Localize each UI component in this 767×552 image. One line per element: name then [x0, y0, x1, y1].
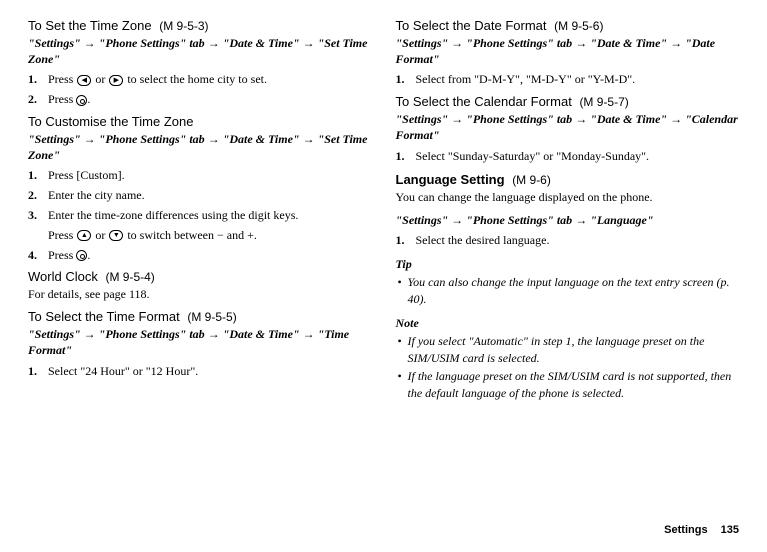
time-format-title: To Select the Time Format (M 9-5-5)	[28, 309, 372, 324]
step-item: Select from "D-M-Y", "M-D-Y" or "Y-M-D".	[396, 71, 740, 88]
language-setting-title: Language Setting (M 9-6)	[396, 172, 740, 187]
language-steps: Select the desired language.	[396, 232, 740, 249]
customise-time-zone-title: To Customise the Time Zone	[28, 114, 372, 129]
right-key-icon: ▶	[109, 75, 123, 86]
set-time-zone-steps: Press ◀ or ▶ to select the home city to …	[28, 71, 372, 108]
set-time-zone-path: "Settings" → "Phone Settings" tab → "Dat…	[28, 35, 372, 67]
tip-heading: Tip	[396, 257, 740, 272]
right-column: To Select the Date Format (M 9-5-6) "Set…	[396, 12, 740, 404]
step-item: Select the desired language.	[396, 232, 740, 249]
step-item: Press ◀ or ▶ to select the home city to …	[28, 71, 372, 88]
time-format-path: "Settings" → "Phone Settings" tab → "Dat…	[28, 326, 372, 358]
language-path: "Settings" → "Phone Settings" tab → "Lan…	[396, 212, 740, 228]
world-clock-text: For details, see page 118.	[28, 286, 372, 303]
calendar-format-path: "Settings" → "Phone Settings" tab → "Dat…	[396, 111, 740, 143]
sub-instruction: Press ▲ or ▼ to switch between − and +.	[48, 227, 372, 244]
note-item: If you select "Automatic" in step 1, the…	[396, 333, 740, 367]
note-item: If the language preset on the SIM/USIM c…	[396, 368, 740, 402]
menu-code: (M 9-5-5)	[187, 310, 236, 324]
up-key-icon: ▲	[77, 230, 91, 241]
step-item: Enter the city name.	[28, 187, 372, 204]
tip-list: You can also change the input language o…	[396, 274, 740, 308]
left-key-icon: ◀	[77, 75, 91, 86]
date-format-steps: Select from "D-M-Y", "M-D-Y" or "Y-M-D".	[396, 71, 740, 88]
down-key-icon: ▼	[109, 230, 123, 241]
title-text: To Set the Time Zone	[28, 18, 152, 33]
center-key-icon	[76, 95, 87, 106]
page-footer: Settings 135	[664, 524, 739, 536]
step-item: Enter the time-zone differences using th…	[28, 207, 372, 244]
page-columns: To Set the Time Zone (M 9-5-3) "Settings…	[28, 12, 739, 404]
left-column: To Set the Time Zone (M 9-5-3) "Settings…	[28, 12, 372, 404]
menu-code: (M 9-5-7)	[579, 95, 628, 109]
note-heading: Note	[396, 316, 740, 331]
menu-code: (M 9-5-4)	[105, 270, 154, 284]
footer-page: 135	[721, 524, 739, 536]
customise-time-zone-path: "Settings" → "Phone Settings" tab → "Dat…	[28, 131, 372, 163]
set-time-zone-title: To Set the Time Zone (M 9-5-3)	[28, 18, 372, 33]
time-format-steps: Select "24 Hour" or "12 Hour".	[28, 363, 372, 380]
step-item: Press .	[28, 247, 372, 264]
world-clock-title: World Clock (M 9-5-4)	[28, 269, 372, 284]
step-item: Press [Custom].	[28, 167, 372, 184]
menu-code: (M 9-5-6)	[554, 19, 603, 33]
date-format-path: "Settings" → "Phone Settings" tab → "Dat…	[396, 35, 740, 67]
step-item: Select "24 Hour" or "12 Hour".	[28, 363, 372, 380]
menu-code: (M 9-6)	[512, 173, 551, 187]
calendar-format-steps: Select "Sunday-Saturday" or "Monday-Sund…	[396, 148, 740, 165]
center-key-icon	[76, 250, 87, 261]
tip-item: You can also change the input language o…	[396, 274, 740, 308]
footer-section: Settings	[664, 524, 707, 536]
step-item: Press .	[28, 91, 372, 108]
date-format-title: To Select the Date Format (M 9-5-6)	[396, 18, 740, 33]
menu-code: (M 9-5-3)	[159, 19, 208, 33]
language-intro: You can change the language displayed on…	[396, 189, 740, 206]
calendar-format-title: To Select the Calendar Format (M 9-5-7)	[396, 94, 740, 109]
note-list: If you select "Automatic" in step 1, the…	[396, 333, 740, 402]
step-item: Select "Sunday-Saturday" or "Monday-Sund…	[396, 148, 740, 165]
customise-time-zone-steps: Press [Custom]. Enter the city name. Ent…	[28, 167, 372, 263]
